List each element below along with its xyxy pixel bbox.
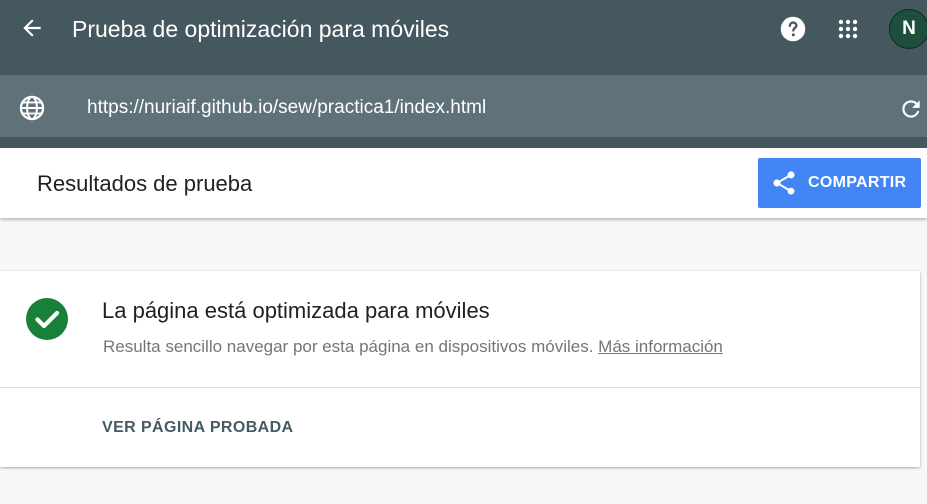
arrow-left-icon <box>23 19 41 37</box>
reload-icon <box>902 100 920 118</box>
apps-button[interactable] <box>833 14 863 44</box>
check-circle-icon <box>26 298 68 340</box>
result-description: Resulta sencillo navegar por esta página… <box>103 336 723 358</box>
app-bar: Prueba de optimización para móviles N <box>0 0 927 75</box>
results-header: Resultados de prueba COMPARTIR <box>0 148 927 218</box>
back-button[interactable] <box>16 12 48 44</box>
help-button[interactable] <box>778 14 808 44</box>
more-info-link[interactable]: Más información <box>598 337 723 356</box>
share-button-label: COMPARTIR <box>808 174 907 191</box>
share-icon <box>773 171 795 195</box>
card-divider <box>0 387 920 388</box>
url-bar-bottom-strip <box>0 137 927 148</box>
apps-grid-icon <box>838 19 858 39</box>
help-circle-icon <box>780 16 806 42</box>
account-avatar[interactable]: N <box>889 9 927 49</box>
mobile-friendly-result-card: La página está optimizada para móviles R… <box>0 271 920 467</box>
share-button[interactable]: COMPARTIR <box>758 158 921 208</box>
view-tested-page-button[interactable]: VER PÁGINA PROBADA <box>102 419 294 437</box>
result-description-text: Resulta sencillo navegar por esta página… <box>103 337 594 356</box>
app-title: Prueba de optimización para móviles <box>72 16 450 42</box>
globe-icon <box>19 95 45 121</box>
result-title: La página está optimizada para móviles <box>102 298 490 323</box>
results-title: Resultados de prueba <box>37 171 253 196</box>
reload-button[interactable] <box>897 95 925 123</box>
tested-url: https://nuriaif.github.io/sew/practica1/… <box>87 97 487 118</box>
